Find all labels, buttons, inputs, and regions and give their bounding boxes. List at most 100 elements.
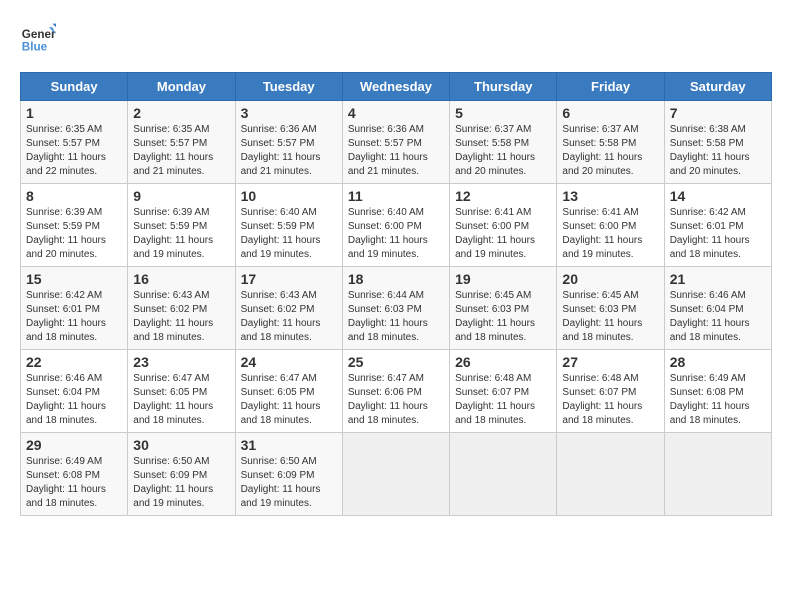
svg-text:Blue: Blue [22,41,48,54]
day-info: Sunrise: 6:43 AMSunset: 6:02 PMDaylight:… [133,290,213,343]
day-number: 5 [455,105,551,121]
day-number: 18 [348,271,444,287]
day-number: 25 [348,354,444,370]
day-number: 10 [241,188,337,204]
calendar-week-1: 1 Sunrise: 6:35 AMSunset: 5:57 PMDayligh… [21,101,772,184]
day-info: Sunrise: 6:38 AMSunset: 5:58 PMDaylight:… [670,124,750,177]
day-info: Sunrise: 6:36 AMSunset: 5:57 PMDaylight:… [348,124,428,177]
calendar-cell: 31 Sunrise: 6:50 AMSunset: 6:09 PMDaylig… [235,433,342,516]
calendar-header-row: SundayMondayTuesdayWednesdayThursdayFrid… [21,73,772,101]
day-info: Sunrise: 6:41 AMSunset: 6:00 PMDaylight:… [562,207,642,260]
day-info: Sunrise: 6:49 AMSunset: 6:08 PMDaylight:… [670,373,750,426]
calendar-week-4: 22 Sunrise: 6:46 AMSunset: 6:04 PMDaylig… [21,350,772,433]
logo-icon: General Blue [20,20,56,56]
calendar-cell: 1 Sunrise: 6:35 AMSunset: 5:57 PMDayligh… [21,101,128,184]
calendar-cell: 12 Sunrise: 6:41 AMSunset: 6:00 PMDaylig… [450,184,557,267]
day-number: 29 [26,437,122,453]
day-info: Sunrise: 6:47 AMSunset: 6:06 PMDaylight:… [348,373,428,426]
day-info: Sunrise: 6:50 AMSunset: 6:09 PMDaylight:… [241,456,321,509]
day-number: 8 [26,188,122,204]
calendar-cell: 28 Sunrise: 6:49 AMSunset: 6:08 PMDaylig… [664,350,771,433]
day-number: 19 [455,271,551,287]
day-number: 11 [348,188,444,204]
day-number: 13 [562,188,658,204]
day-info: Sunrise: 6:42 AMSunset: 6:01 PMDaylight:… [26,290,106,343]
calendar-week-3: 15 Sunrise: 6:42 AMSunset: 6:01 PMDaylig… [21,267,772,350]
calendar-cell: 17 Sunrise: 6:43 AMSunset: 6:02 PMDaylig… [235,267,342,350]
calendar-cell: 2 Sunrise: 6:35 AMSunset: 5:57 PMDayligh… [128,101,235,184]
day-number: 27 [562,354,658,370]
calendar-cell: 3 Sunrise: 6:36 AMSunset: 5:57 PMDayligh… [235,101,342,184]
day-info: Sunrise: 6:46 AMSunset: 6:04 PMDaylight:… [26,373,106,426]
day-info: Sunrise: 6:48 AMSunset: 6:07 PMDaylight:… [562,373,642,426]
calendar-cell [342,433,449,516]
day-number: 4 [348,105,444,121]
day-number: 2 [133,105,229,121]
logo: General Blue [20,20,60,56]
day-number: 30 [133,437,229,453]
calendar-cell: 10 Sunrise: 6:40 AMSunset: 5:59 PMDaylig… [235,184,342,267]
calendar-cell [557,433,664,516]
calendar-cell: 8 Sunrise: 6:39 AMSunset: 5:59 PMDayligh… [21,184,128,267]
day-info: Sunrise: 6:35 AMSunset: 5:57 PMDaylight:… [133,124,213,177]
calendar-table: SundayMondayTuesdayWednesdayThursdayFrid… [20,72,772,516]
calendar-cell: 9 Sunrise: 6:39 AMSunset: 5:59 PMDayligh… [128,184,235,267]
calendar-cell: 6 Sunrise: 6:37 AMSunset: 5:58 PMDayligh… [557,101,664,184]
calendar-cell: 20 Sunrise: 6:45 AMSunset: 6:03 PMDaylig… [557,267,664,350]
col-header-sunday: Sunday [21,73,128,101]
day-number: 31 [241,437,337,453]
col-header-wednesday: Wednesday [342,73,449,101]
page-header: General Blue [20,20,772,56]
day-number: 26 [455,354,551,370]
day-number: 17 [241,271,337,287]
calendar-cell: 21 Sunrise: 6:46 AMSunset: 6:04 PMDaylig… [664,267,771,350]
calendar-cell: 16 Sunrise: 6:43 AMSunset: 6:02 PMDaylig… [128,267,235,350]
day-info: Sunrise: 6:39 AMSunset: 5:59 PMDaylight:… [26,207,106,260]
calendar-cell: 14 Sunrise: 6:42 AMSunset: 6:01 PMDaylig… [664,184,771,267]
calendar-cell: 22 Sunrise: 6:46 AMSunset: 6:04 PMDaylig… [21,350,128,433]
day-info: Sunrise: 6:40 AMSunset: 5:59 PMDaylight:… [241,207,321,260]
day-number: 9 [133,188,229,204]
day-info: Sunrise: 6:36 AMSunset: 5:57 PMDaylight:… [241,124,321,177]
calendar-cell: 4 Sunrise: 6:36 AMSunset: 5:57 PMDayligh… [342,101,449,184]
day-number: 14 [670,188,766,204]
day-number: 23 [133,354,229,370]
day-info: Sunrise: 6:39 AMSunset: 5:59 PMDaylight:… [133,207,213,260]
calendar-cell: 5 Sunrise: 6:37 AMSunset: 5:58 PMDayligh… [450,101,557,184]
calendar-week-5: 29 Sunrise: 6:49 AMSunset: 6:08 PMDaylig… [21,433,772,516]
calendar-cell: 29 Sunrise: 6:49 AMSunset: 6:08 PMDaylig… [21,433,128,516]
day-info: Sunrise: 6:42 AMSunset: 6:01 PMDaylight:… [670,207,750,260]
svg-text:General: General [22,28,56,41]
calendar-cell: 26 Sunrise: 6:48 AMSunset: 6:07 PMDaylig… [450,350,557,433]
day-number: 28 [670,354,766,370]
day-info: Sunrise: 6:37 AMSunset: 5:58 PMDaylight:… [562,124,642,177]
day-info: Sunrise: 6:48 AMSunset: 6:07 PMDaylight:… [455,373,535,426]
day-number: 6 [562,105,658,121]
day-info: Sunrise: 6:45 AMSunset: 6:03 PMDaylight:… [455,290,535,343]
col-header-friday: Friday [557,73,664,101]
day-number: 20 [562,271,658,287]
calendar-cell [664,433,771,516]
day-info: Sunrise: 6:45 AMSunset: 6:03 PMDaylight:… [562,290,642,343]
calendar-cell: 19 Sunrise: 6:45 AMSunset: 6:03 PMDaylig… [450,267,557,350]
col-header-saturday: Saturday [664,73,771,101]
calendar-cell: 18 Sunrise: 6:44 AMSunset: 6:03 PMDaylig… [342,267,449,350]
day-info: Sunrise: 6:44 AMSunset: 6:03 PMDaylight:… [348,290,428,343]
calendar-cell [450,433,557,516]
day-info: Sunrise: 6:46 AMSunset: 6:04 PMDaylight:… [670,290,750,343]
calendar-cell: 24 Sunrise: 6:47 AMSunset: 6:05 PMDaylig… [235,350,342,433]
calendar-cell: 15 Sunrise: 6:42 AMSunset: 6:01 PMDaylig… [21,267,128,350]
calendar-cell: 13 Sunrise: 6:41 AMSunset: 6:00 PMDaylig… [557,184,664,267]
day-number: 24 [241,354,337,370]
day-info: Sunrise: 6:47 AMSunset: 6:05 PMDaylight:… [241,373,321,426]
calendar-week-2: 8 Sunrise: 6:39 AMSunset: 5:59 PMDayligh… [21,184,772,267]
day-info: Sunrise: 6:40 AMSunset: 6:00 PMDaylight:… [348,207,428,260]
day-info: Sunrise: 6:49 AMSunset: 6:08 PMDaylight:… [26,456,106,509]
day-info: Sunrise: 6:50 AMSunset: 6:09 PMDaylight:… [133,456,213,509]
day-info: Sunrise: 6:35 AMSunset: 5:57 PMDaylight:… [26,124,106,177]
day-number: 7 [670,105,766,121]
day-number: 21 [670,271,766,287]
col-header-thursday: Thursday [450,73,557,101]
calendar-cell: 7 Sunrise: 6:38 AMSunset: 5:58 PMDayligh… [664,101,771,184]
day-number: 1 [26,105,122,121]
